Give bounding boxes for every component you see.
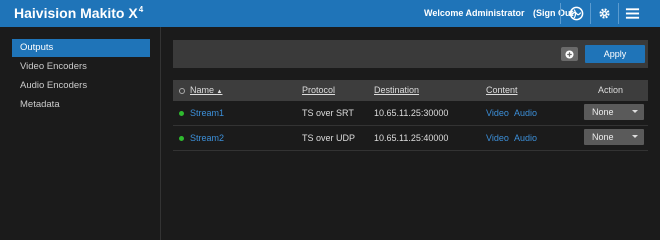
protocol-cell: TS over UDP bbox=[302, 133, 356, 143]
status-indicator bbox=[179, 136, 184, 141]
menu-icon[interactable] bbox=[619, 0, 646, 27]
stream-name-link[interactable]: Stream1 bbox=[190, 101, 224, 125]
gear-icon[interactable] bbox=[591, 0, 618, 27]
action-select[interactable]: None bbox=[584, 129, 644, 145]
content-audio-link[interactable]: Audio bbox=[514, 126, 537, 150]
brand-logo: Haivision Makito X4 bbox=[14, 5, 143, 21]
outputs-toolbar: Apply bbox=[173, 40, 648, 68]
action-select-value: None bbox=[592, 107, 614, 117]
chevron-down-icon bbox=[632, 110, 638, 113]
sidebar-item-video-encoders[interactable]: Video Encoders bbox=[12, 58, 150, 76]
content-video-link[interactable]: Video bbox=[486, 101, 509, 125]
status-indicator bbox=[179, 111, 184, 116]
apply-button[interactable]: Apply bbox=[585, 45, 645, 63]
column-header-destination[interactable]: Destination bbox=[374, 80, 419, 101]
stream-name-link[interactable]: Stream2 bbox=[190, 126, 224, 150]
protocol-cell: TS over SRT bbox=[302, 108, 354, 118]
content-video-link[interactable]: Video bbox=[486, 126, 509, 150]
main-panel: Apply Name ▲ Protocol Destination Conten… bbox=[161, 27, 660, 240]
column-header-action: Action bbox=[598, 85, 624, 95]
content-audio-link[interactable]: Audio bbox=[514, 101, 537, 125]
sidebar-item-outputs[interactable]: Outputs bbox=[12, 39, 150, 57]
brand-name: Haivision Makito X bbox=[14, 5, 138, 21]
top-bar: Haivision Makito X4 Welcome Administrato… bbox=[0, 0, 660, 27]
action-select[interactable]: None bbox=[584, 104, 644, 120]
add-output-button[interactable] bbox=[561, 47, 578, 61]
welcome-text: Welcome Administrator bbox=[424, 8, 525, 18]
destination-cell: 10.65.11.25:40000 bbox=[374, 133, 449, 143]
table-header: Name ▲ Protocol Destination Content Acti… bbox=[173, 80, 648, 101]
table-row[interactable]: Stream2 TS over UDP 10.65.11.25:40000 Vi… bbox=[173, 126, 648, 151]
status-icon[interactable] bbox=[563, 0, 590, 27]
column-header-content[interactable]: Content bbox=[486, 80, 518, 101]
column-header-protocol[interactable]: Protocol bbox=[302, 80, 335, 101]
table-row[interactable]: Stream1 TS over SRT 10.65.11.25:30000 Vi… bbox=[173, 101, 648, 126]
outputs-table: Name ▲ Protocol Destination Content Acti… bbox=[173, 80, 648, 151]
sidebar-item-audio-encoders[interactable]: Audio Encoders bbox=[12, 77, 150, 95]
action-select-value: None bbox=[592, 132, 614, 142]
welcome-area: Welcome Administrator (Sign Out) bbox=[424, 8, 577, 18]
select-all-radio[interactable] bbox=[179, 88, 185, 94]
chevron-down-icon bbox=[632, 135, 638, 138]
plus-icon bbox=[565, 49, 574, 59]
sort-ascending-icon: ▲ bbox=[216, 89, 223, 95]
column-header-name-label: Name bbox=[190, 85, 215, 95]
sidebar-item-metadata[interactable]: Metadata bbox=[12, 96, 150, 114]
toolbar-divider bbox=[560, 3, 561, 24]
destination-cell: 10.65.11.25:30000 bbox=[374, 108, 449, 118]
brand-superscript: 4 bbox=[138, 5, 144, 15]
sidebar: Outputs Video Encoders Audio Encoders Me… bbox=[0, 27, 161, 240]
column-header-name[interactable]: Name ▲ bbox=[190, 80, 222, 101]
